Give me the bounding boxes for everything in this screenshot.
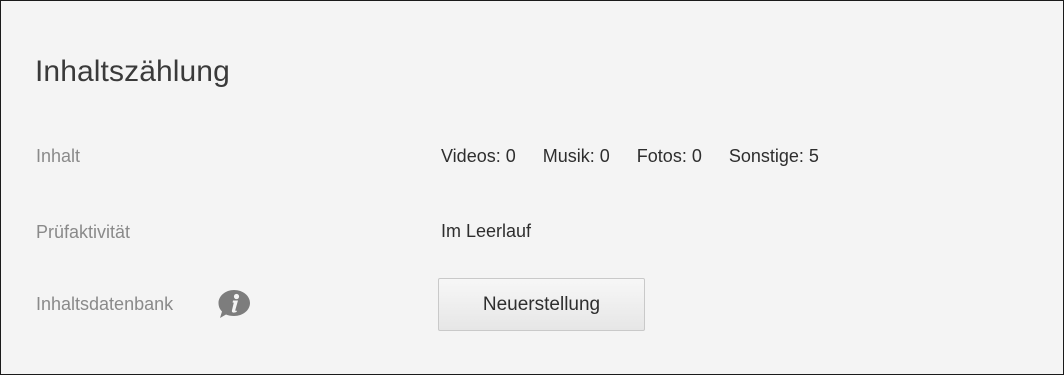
photos-count: Fotos: 0 <box>636 146 702 166</box>
content-counts: Videos: 0 Musik: 0 Fotos: 0 Sonstige: 5 <box>441 146 819 167</box>
music-count: Musik: 0 <box>542 146 610 166</box>
rebuild-button[interactable]: Neuerstellung <box>438 278 645 331</box>
videos-count: Videos: 0 <box>441 146 516 166</box>
other-count: Sonstige: 5 <box>728 146 819 166</box>
section-title: Inhaltszählung <box>35 55 230 88</box>
content-count-panel: Inhaltszählung Inhalt Videos: 0 Musik: 0… <box>0 0 1064 375</box>
info-icon[interactable] <box>218 289 251 319</box>
content-label: Inhalt <box>36 146 81 166</box>
content-database-label: Inhaltsdatenbank <box>36 294 174 314</box>
scan-activity-label: Prüfaktivität <box>36 222 131 242</box>
scan-activity-value: Im Leerlauf <box>441 221 532 241</box>
